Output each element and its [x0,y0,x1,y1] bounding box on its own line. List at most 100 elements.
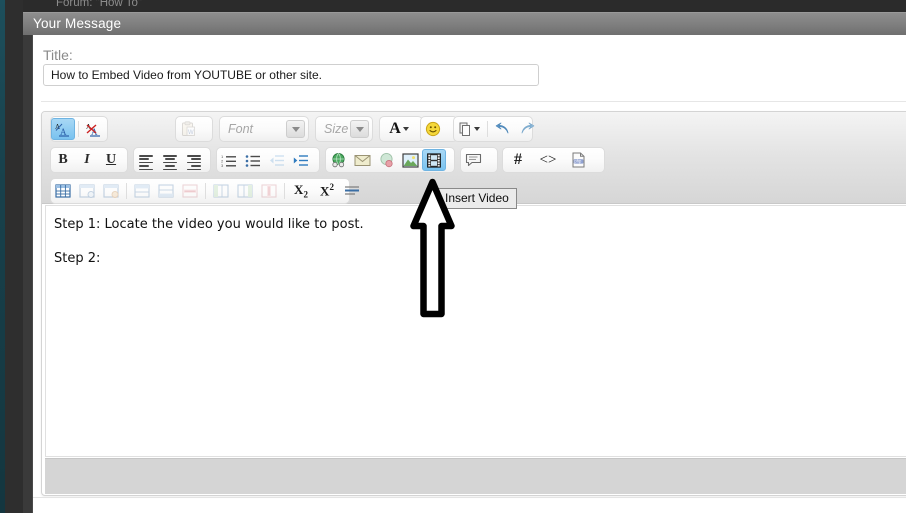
toolbar-divider [78,121,79,137]
toolbar-divider [487,121,488,137]
text-color-group: A [379,116,423,142]
outdent-icon[interactable] [265,149,289,171]
insert-email-icon[interactable] [350,149,374,171]
list-indent-group: 1 2 3 [216,147,320,173]
remove-spellcheck-glyph: A A [86,123,100,137]
ordered-list-glyph: 1 2 3 [221,154,236,167]
toolbar-divider [284,183,285,199]
attach-undo-group [453,116,535,142]
page-bottom-divider [33,497,906,498]
code-group: # <> php [502,147,605,173]
browser-sidebar-strip [23,0,33,513]
insert-quote-icon[interactable] [461,149,485,171]
insert-image-icon[interactable] [398,149,422,171]
hr-glyph [345,186,359,195]
remove-link-icon[interactable] [374,149,398,171]
text-color-icon[interactable]: A [380,118,418,140]
attachment-icon[interactable] [454,118,484,140]
speech-bubble-glyph [465,153,481,167]
ordered-list-icon[interactable]: 1 2 3 [217,149,241,171]
table-glyph [55,184,71,198]
title-input[interactable]: How to Embed Video from YOUTUBE or other… [43,64,539,86]
breadcrumb: Forum: "How To" [56,0,142,9]
toolbar-divider [205,183,206,199]
editor-status-bar [45,458,906,494]
font-dropdown-label: Font [228,122,254,136]
spellcheck-group: A A A A [50,116,108,142]
paperclip-glyph [459,122,470,136]
table-delete-glyph [103,184,119,198]
col-before-glyph [213,184,229,198]
insert-video-tooltip: Insert Video [437,188,517,209]
underline-icon[interactable]: U [99,149,123,171]
insert-row-after-icon[interactable] [154,180,178,202]
clipboard-glyph: W [181,121,195,136]
delete-column-icon[interactable] [257,180,281,202]
browser-edge-dark [5,0,23,513]
form-sheet: Title: How to Embed Video from YOUTUBE o… [33,35,906,513]
size-dropdown-label: Size [324,122,349,136]
row-after-glyph [158,184,174,198]
php-file-glyph: php [572,152,584,168]
emoticon-icon[interactable] [421,118,445,140]
font-size-dropdown[interactable]: Size [315,116,373,142]
unordered-list-glyph [245,154,260,167]
table-properties-icon[interactable] [75,180,99,202]
col-after-glyph [237,184,253,198]
delete-table-icon[interactable] [99,180,123,202]
row-before-glyph [134,184,150,198]
redo-icon[interactable] [515,118,539,140]
chevron-down-icon[interactable] [286,120,305,138]
insert-code-icon[interactable]: <> [533,149,563,171]
insert-column-after-icon[interactable] [233,180,257,202]
chevron-down-icon[interactable] [350,120,369,138]
align-left-icon[interactable] [134,149,158,171]
globe-broken-glyph [379,152,393,168]
subscript-icon[interactable]: X2 [288,180,314,202]
align-left-glyph [139,155,153,171]
insert-hash-icon[interactable]: # [503,149,533,171]
rich-text-editor: A A A A [41,111,906,496]
insert-row-before-icon[interactable] [130,180,154,202]
undo-glyph [495,122,509,134]
insert-column-before-icon[interactable] [209,180,233,202]
horizontal-rule-icon[interactable] [340,180,364,202]
delete-row-icon[interactable] [178,180,202,202]
align-right-glyph [187,155,201,171]
font-family-dropdown[interactable]: Font [219,116,309,142]
forum-breadcrumb-band: Forum: "How To" [23,0,906,12]
unordered-list-icon[interactable] [241,149,265,171]
title-label: Title: [43,47,73,63]
insert-php-icon[interactable]: php [563,149,593,171]
globe-glyph [331,152,345,168]
paste-word-icon[interactable]: W [176,118,200,140]
title-input-value: How to Embed Video from YOUTUBE or other… [51,68,323,82]
picture-glyph [401,152,419,168]
insert-table-icon[interactable] [51,180,75,202]
undo-icon[interactable] [491,118,515,140]
table-props-glyph [79,184,95,198]
divider [41,101,906,102]
insert-video-icon[interactable] [422,149,446,171]
text-style-group: B I U [50,147,128,173]
align-center-glyph [163,155,177,171]
spellcheck-toggle-icon[interactable]: A A [51,118,75,140]
editor-content-area[interactable]: Step 1: Locate the video you would like … [45,205,906,457]
superscript-icon[interactable]: X2 [314,180,340,202]
indent-glyph [293,154,308,166]
remove-spellcheck-icon[interactable]: A A [82,118,106,140]
bold-icon[interactable]: B [51,149,75,171]
outdent-glyph [270,154,284,166]
envelope-glyph [354,154,370,166]
align-right-icon[interactable] [182,149,206,171]
spellcheck-glyph: A A [55,123,69,137]
message-panel-header: Your Message [23,12,906,35]
quote-group [460,147,498,173]
redo-glyph [521,122,535,134]
align-center-icon[interactable] [158,149,182,171]
italic-icon[interactable]: I [75,149,99,171]
insert-link-icon[interactable] [326,149,350,171]
panel-title: Your Message [33,16,122,31]
indent-icon[interactable] [289,149,313,171]
insert-media-group [325,147,455,173]
